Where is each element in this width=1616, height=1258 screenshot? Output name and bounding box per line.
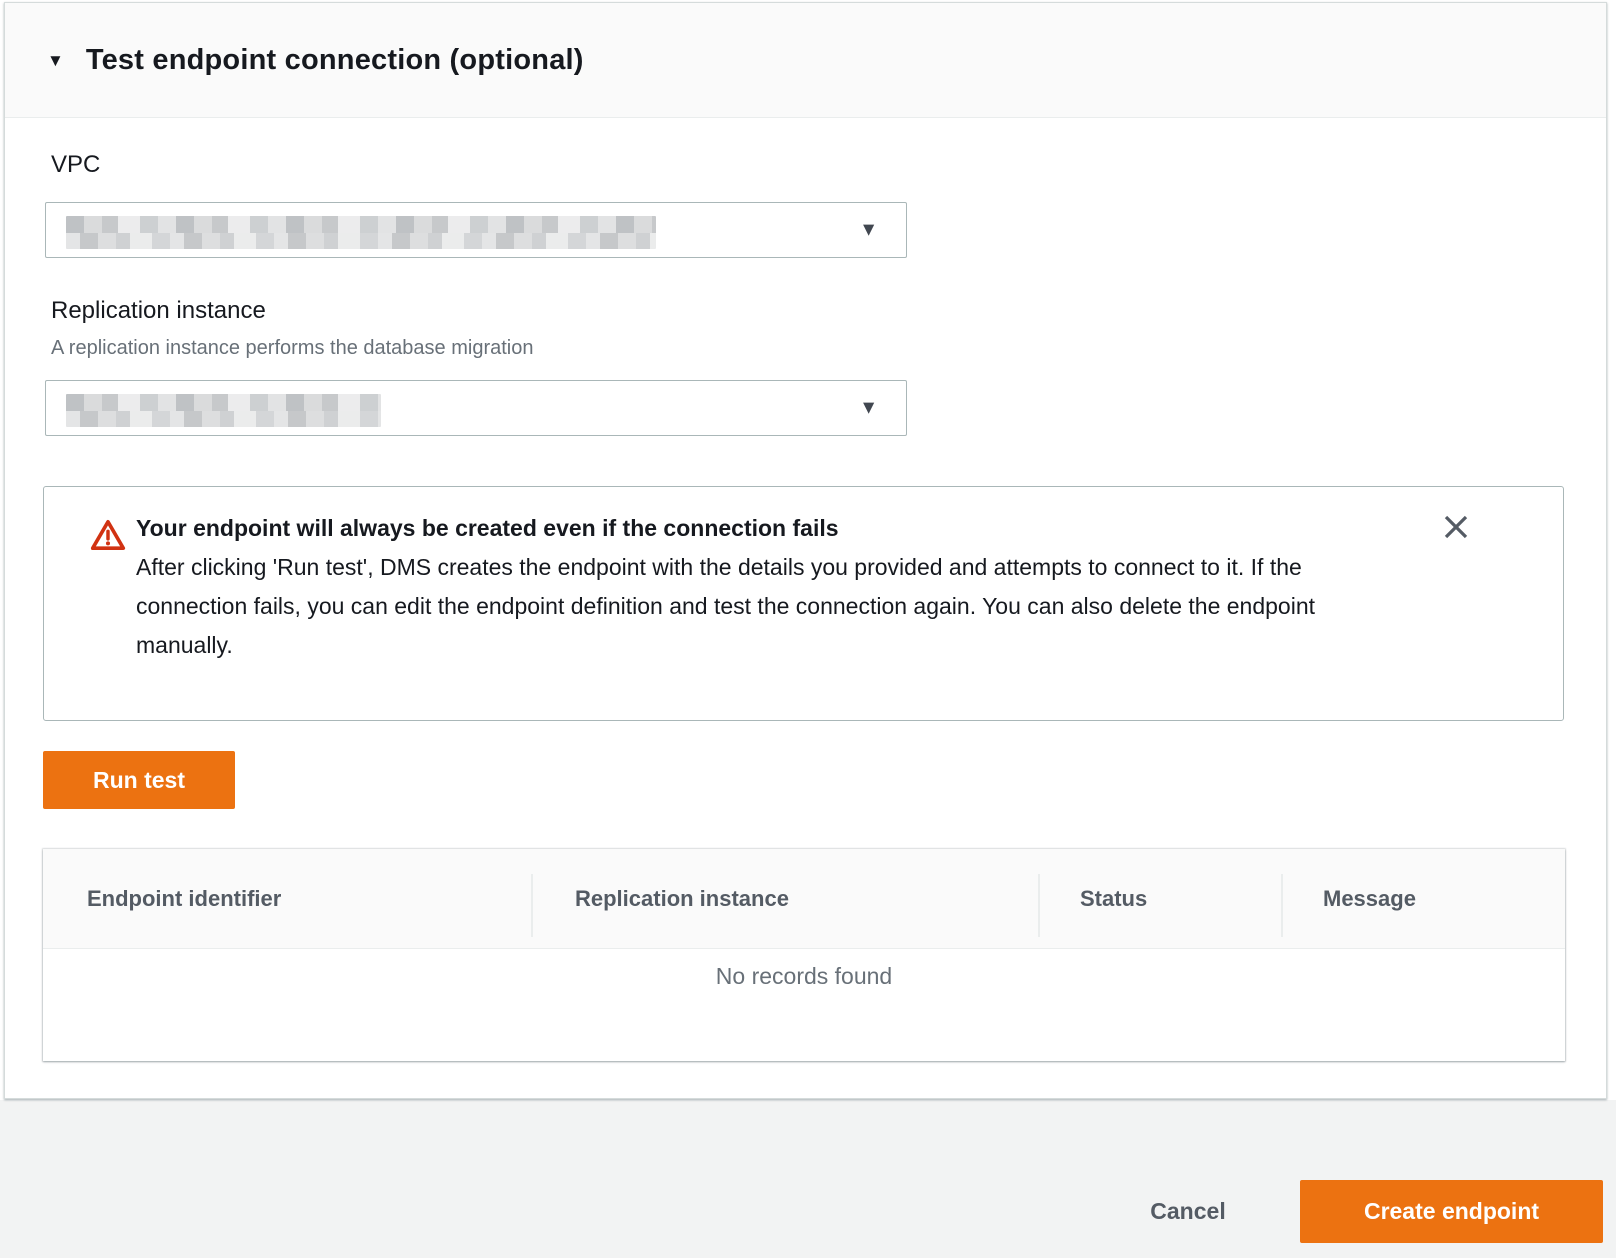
vpc-select[interactable]: ▼ <box>45 202 907 258</box>
column-header-endpoint-identifier: Endpoint identifier <box>87 849 281 949</box>
replication-instance-label: Replication instance <box>51 297 266 325</box>
caret-down-icon: ▼ <box>859 221 878 240</box>
empty-state-message: No records found <box>43 963 1565 990</box>
table-header-row: Endpoint identifier Replication instance… <box>43 849 1565 949</box>
test-endpoint-panel: ▼ Test endpoint connection (optional) VP… <box>4 2 1607 1099</box>
column-divider <box>531 874 533 937</box>
results-table: Endpoint identifier Replication instance… <box>43 849 1565 1061</box>
close-icon <box>1441 512 1471 545</box>
triangle-down-icon: ▼ <box>47 52 64 69</box>
warning-triangle-icon <box>90 518 126 557</box>
warning-banner: Your endpoint will always be created eve… <box>43 486 1564 721</box>
redacted-replication-instance-value <box>66 394 381 427</box>
warning-body: After clicking 'Run test', DMS creates t… <box>136 548 1386 665</box>
dismiss-warning-button[interactable] <box>1439 511 1473 545</box>
replication-instance-description: A replication instance performs the data… <box>51 337 534 360</box>
replication-instance-select[interactable]: ▼ <box>45 380 907 436</box>
create-endpoint-button[interactable]: Create endpoint <box>1300 1180 1603 1243</box>
redacted-vpc-value <box>66 216 656 249</box>
column-header-message: Message <box>1323 849 1416 949</box>
caret-down-icon: ▼ <box>859 399 878 418</box>
column-header-replication-instance: Replication instance <box>575 849 789 949</box>
section-header-toggle[interactable]: ▼ Test endpoint connection (optional) <box>5 3 1606 118</box>
column-divider <box>1281 874 1283 937</box>
column-header-status: Status <box>1080 849 1147 949</box>
section-title: Test endpoint connection (optional) <box>86 44 584 77</box>
cancel-button[interactable]: Cancel <box>1118 1180 1258 1243</box>
run-test-button[interactable]: Run test <box>43 751 235 809</box>
warning-title: Your endpoint will always be created eve… <box>136 509 1431 548</box>
vpc-label: VPC <box>51 151 100 179</box>
column-divider <box>1038 874 1040 937</box>
page: ▼ Test endpoint connection (optional) VP… <box>0 0 1616 1258</box>
